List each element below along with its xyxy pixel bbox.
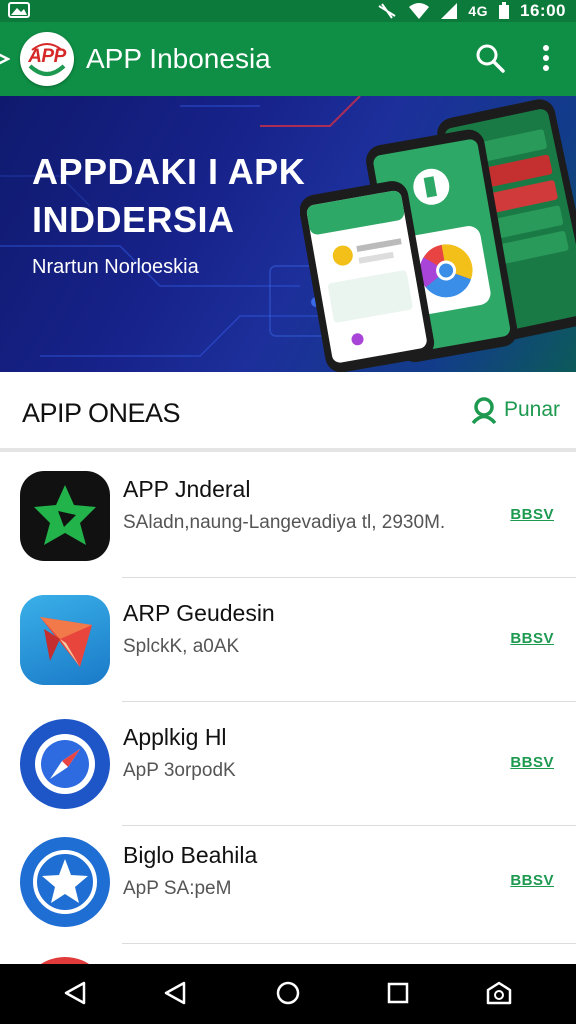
banner-title-line2: INDDERSIA [32,199,235,240]
green-star-app-icon [20,471,110,561]
status-time: 16:00 [520,1,566,20]
search-icon[interactable] [474,42,506,74]
compass-app-icon [20,719,110,809]
row-divider [122,701,576,702]
app-name: ARP Geudesin [123,600,275,626]
signal-icon [441,3,458,19]
app-meta: SAladn,naung-Langevadiya tl, 2930M. [123,512,446,533]
banner-title-line1: APPDAKI I APK [32,151,306,192]
app-action-button[interactable]: BBSV [510,506,554,523]
screenshot-icon[interactable] [485,980,513,1006]
app-meta: ApP SA:peM [123,878,232,899]
status-icons: 4G 16:00 [376,1,566,21]
list-item[interactable]: APP Jnderal SAladn,naung-Langevadiya tl,… [0,456,576,578]
phones-illustration [300,99,576,372]
section-action-label: Punar [504,398,561,421]
app-action-button[interactable]: BBSV [510,872,554,889]
toolbar-title: APP Inbonesia [86,43,271,74]
back-icon[interactable] [62,980,88,1006]
banner-title: APPDAKI I APK INDDERSIA [32,148,305,244]
app-meta: ApP 3orpodK [123,760,236,781]
list-item[interactable]: ARP Geudesin SplckK, a0AK BBSV [0,580,576,702]
network-label: 4G [468,3,489,19]
status-bar: 4G 16:00 [0,0,576,22]
home-icon[interactable] [275,980,301,1006]
star-app-icon [20,837,110,927]
app-name: Biglo Beahila [123,842,258,868]
red-app-icon [20,957,110,964]
gallery-icon [8,2,30,18]
logo-text: APP [28,46,66,67]
app-action-button[interactable]: BBSV [510,754,554,771]
section-title: APIP ONEAS [22,398,181,428]
paper-plane-app-icon [20,595,110,685]
recents-icon[interactable] [386,980,410,1006]
app-name: Applkig Hl [123,724,227,750]
back-icon-alt[interactable] [162,980,188,1006]
row-divider [122,577,576,578]
app-list: APP Jnderal SAladn,naung-Langevadiya tl,… [0,456,576,964]
list-item[interactable]: Applkig Hl ApP 3orpodK BBSV [0,704,576,826]
app-logo[interactable]: APP [20,32,74,86]
promo-banner[interactable]: APPDAKI I APK INDDERSIA Nrartun Norloesk… [0,96,576,372]
system-nav-bar [0,964,576,1024]
app-action-button[interactable]: BBSV [510,630,554,647]
wifi-icon [409,3,430,19]
menu-edge-icon[interactable] [0,47,10,71]
list-item[interactable]: Biglo Beahila ApP SA:peM BBSV [0,822,576,944]
section-action-button[interactable]: Punar [470,396,560,424]
app-name: APP Jnderal [123,476,251,502]
battery-icon [499,2,510,19]
app-toolbar: APP APP Inbonesia [0,22,576,96]
more-vert-icon[interactable] [536,42,556,74]
banner-subtitle: Nrartun Norloeskia [32,256,199,278]
list-item-partial[interactable] [0,942,576,964]
user-icon [471,397,497,424]
app-meta: SplckK, a0AK [123,636,240,657]
vibrate-icon [378,3,396,19]
section-header: APIP ONEAS Punar [0,372,576,452]
